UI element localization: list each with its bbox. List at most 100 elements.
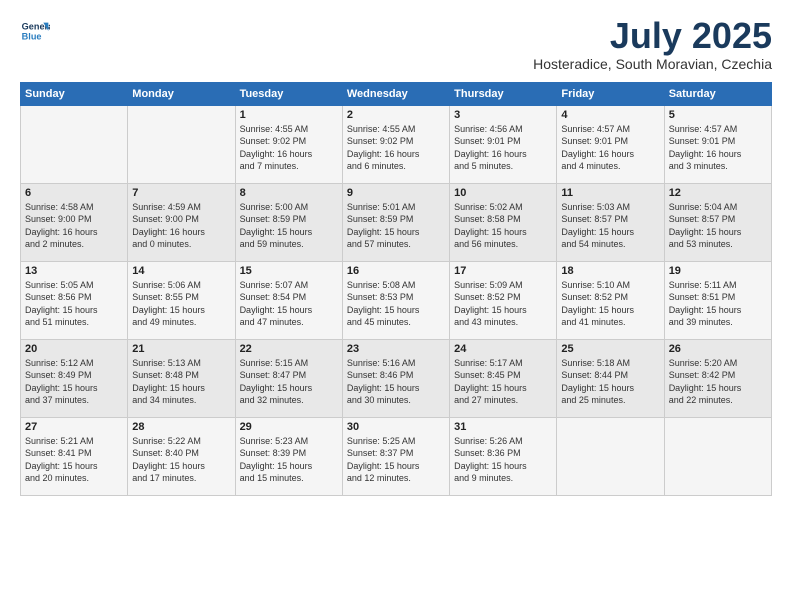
day-number: 24 bbox=[454, 343, 552, 355]
weekday-header-friday: Friday bbox=[557, 82, 664, 105]
calendar-cell: 26 Sunrise: 5:20 AM Sunset: 8:42 PM Dayli… bbox=[664, 339, 771, 417]
day-number: 30 bbox=[347, 421, 445, 433]
day-info: Sunrise: 5:04 AM Sunset: 8:57 PM Dayligh… bbox=[669, 201, 767, 251]
weekday-header-saturday: Saturday bbox=[664, 82, 771, 105]
header: General Blue July 2025 Hosteradice, Sout… bbox=[20, 16, 772, 72]
day-number: 19 bbox=[669, 265, 767, 277]
day-info: Sunrise: 4:57 AM Sunset: 9:01 PM Dayligh… bbox=[561, 123, 659, 173]
calendar-week-row: 1 Sunrise: 4:55 AM Sunset: 9:02 PM Daylig… bbox=[21, 105, 772, 183]
day-info: Sunrise: 5:11 AM Sunset: 8:51 PM Dayligh… bbox=[669, 279, 767, 329]
day-number: 31 bbox=[454, 421, 552, 433]
day-number: 26 bbox=[669, 343, 767, 355]
day-number: 16 bbox=[347, 265, 445, 277]
day-info: Sunrise: 5:21 AM Sunset: 8:41 PM Dayligh… bbox=[25, 435, 123, 485]
weekday-header-row: SundayMondayTuesdayWednesdayThursdayFrid… bbox=[21, 82, 772, 105]
calendar-cell: 19 Sunrise: 5:11 AM Sunset: 8:51 PM Dayli… bbox=[664, 261, 771, 339]
day-number: 18 bbox=[561, 265, 659, 277]
weekday-header-tuesday: Tuesday bbox=[235, 82, 342, 105]
calendar-cell: 5Sunrise: 4:57 AM Sunset: 9:01 PM Daylig… bbox=[664, 105, 771, 183]
day-info: Sunrise: 5:25 AM Sunset: 8:37 PM Dayligh… bbox=[347, 435, 445, 485]
day-info: Sunrise: 5:17 AM Sunset: 8:45 PM Dayligh… bbox=[454, 357, 552, 407]
calendar-cell bbox=[664, 417, 771, 495]
calendar-cell: 18 Sunrise: 5:10 AM Sunset: 8:52 PM Dayli… bbox=[557, 261, 664, 339]
weekday-header-thursday: Thursday bbox=[450, 82, 557, 105]
day-info: Sunrise: 4:57 AM Sunset: 9:01 PM Dayligh… bbox=[669, 123, 767, 173]
day-info: Sunrise: 4:55 AM Sunset: 9:02 PM Dayligh… bbox=[347, 123, 445, 173]
calendar-cell: 4 Sunrise: 4:57 AM Sunset: 9:01 PM Daylig… bbox=[557, 105, 664, 183]
calendar-cell: 28 Sunrise: 5:22 AM Sunset: 8:40 PM Dayli… bbox=[128, 417, 235, 495]
weekday-header-sunday: Sunday bbox=[21, 82, 128, 105]
calendar-cell: 11Sunrise: 5:03 AM Sunset: 8:57 PM Dayli… bbox=[557, 183, 664, 261]
day-number: 15 bbox=[240, 265, 338, 277]
day-number: 28 bbox=[132, 421, 230, 433]
day-info: Sunrise: 5:05 AM Sunset: 8:56 PM Dayligh… bbox=[25, 279, 123, 329]
day-info: Sunrise: 5:12 AM Sunset: 8:49 PM Dayligh… bbox=[25, 357, 123, 407]
calendar-cell: 25 Sunrise: 5:18 AM Sunset: 8:44 PM Dayli… bbox=[557, 339, 664, 417]
calendar-cell: 22 Sunrise: 5:15 AM Sunset: 8:47 PM Dayli… bbox=[235, 339, 342, 417]
day-info: Sunrise: 5:22 AM Sunset: 8:40 PM Dayligh… bbox=[132, 435, 230, 485]
day-number: 6 bbox=[25, 187, 123, 199]
calendar-week-row: 20 Sunrise: 5:12 AM Sunset: 8:49 PM Dayli… bbox=[21, 339, 772, 417]
day-number: 8 bbox=[240, 187, 338, 199]
svg-text:Blue: Blue bbox=[22, 31, 42, 41]
day-number: 20 bbox=[25, 343, 123, 355]
calendar-week-row: 6 Sunrise: 4:58 AM Sunset: 9:00 PM Daylig… bbox=[21, 183, 772, 261]
day-number: 23 bbox=[347, 343, 445, 355]
calendar-cell: 9 Sunrise: 5:01 AM Sunset: 8:59 PM Daylig… bbox=[342, 183, 449, 261]
day-info: Sunrise: 5:13 AM Sunset: 8:48 PM Dayligh… bbox=[132, 357, 230, 407]
day-number: 29 bbox=[240, 421, 338, 433]
calendar-table: SundayMondayTuesdayWednesdayThursdayFrid… bbox=[20, 82, 772, 496]
calendar-cell: 20 Sunrise: 5:12 AM Sunset: 8:49 PM Dayli… bbox=[21, 339, 128, 417]
calendar-cell: 29 Sunrise: 5:23 AM Sunset: 8:39 PM Dayli… bbox=[235, 417, 342, 495]
title-block: July 2025 Hosteradice, South Moravian, C… bbox=[533, 16, 772, 72]
day-info: Sunrise: 5:15 AM Sunset: 8:47 PM Dayligh… bbox=[240, 357, 338, 407]
day-number: 12 bbox=[669, 187, 767, 199]
day-number: 27 bbox=[25, 421, 123, 433]
calendar-cell: 7Sunrise: 4:59 AM Sunset: 9:00 PM Daylig… bbox=[128, 183, 235, 261]
day-number: 17 bbox=[454, 265, 552, 277]
calendar-cell: 13Sunrise: 5:05 AM Sunset: 8:56 PM Dayli… bbox=[21, 261, 128, 339]
day-info: Sunrise: 5:09 AM Sunset: 8:52 PM Dayligh… bbox=[454, 279, 552, 329]
calendar-cell: 14Sunrise: 5:06 AM Sunset: 8:55 PM Dayli… bbox=[128, 261, 235, 339]
calendar-cell: 24 Sunrise: 5:17 AM Sunset: 8:45 PM Dayli… bbox=[450, 339, 557, 417]
day-info: Sunrise: 5:26 AM Sunset: 8:36 PM Dayligh… bbox=[454, 435, 552, 485]
calendar-cell: 31 Sunrise: 5:26 AM Sunset: 8:36 PM Dayli… bbox=[450, 417, 557, 495]
calendar-cell bbox=[557, 417, 664, 495]
location: Hosteradice, South Moravian, Czechia bbox=[533, 56, 772, 72]
calendar-cell bbox=[21, 105, 128, 183]
day-info: Sunrise: 5:00 AM Sunset: 8:59 PM Dayligh… bbox=[240, 201, 338, 251]
day-info: Sunrise: 5:10 AM Sunset: 8:52 PM Dayligh… bbox=[561, 279, 659, 329]
day-info: Sunrise: 5:16 AM Sunset: 8:46 PM Dayligh… bbox=[347, 357, 445, 407]
calendar-week-row: 13Sunrise: 5:05 AM Sunset: 8:56 PM Dayli… bbox=[21, 261, 772, 339]
day-number: 22 bbox=[240, 343, 338, 355]
calendar-cell: 2Sunrise: 4:55 AM Sunset: 9:02 PM Daylig… bbox=[342, 105, 449, 183]
day-number: 25 bbox=[561, 343, 659, 355]
day-info: Sunrise: 5:18 AM Sunset: 8:44 PM Dayligh… bbox=[561, 357, 659, 407]
day-number: 14 bbox=[132, 265, 230, 277]
calendar-cell: 8 Sunrise: 5:00 AM Sunset: 8:59 PM Daylig… bbox=[235, 183, 342, 261]
calendar-cell: 10Sunrise: 5:02 AM Sunset: 8:58 PM Dayli… bbox=[450, 183, 557, 261]
day-info: Sunrise: 5:20 AM Sunset: 8:42 PM Dayligh… bbox=[669, 357, 767, 407]
day-info: Sunrise: 5:23 AM Sunset: 8:39 PM Dayligh… bbox=[240, 435, 338, 485]
calendar-cell: 30 Sunrise: 5:25 AM Sunset: 8:37 PM Dayli… bbox=[342, 417, 449, 495]
weekday-header-monday: Monday bbox=[128, 82, 235, 105]
calendar-cell: 23 Sunrise: 5:16 AM Sunset: 8:46 PM Dayli… bbox=[342, 339, 449, 417]
logo: General Blue bbox=[20, 16, 50, 46]
calendar-cell: 15 Sunrise: 5:07 AM Sunset: 8:54 PM Dayli… bbox=[235, 261, 342, 339]
day-number: 4 bbox=[561, 109, 659, 121]
calendar-cell: 16 Sunrise: 5:08 AM Sunset: 8:53 PM Dayli… bbox=[342, 261, 449, 339]
logo-icon: General Blue bbox=[20, 16, 50, 46]
day-info: Sunrise: 5:07 AM Sunset: 8:54 PM Dayligh… bbox=[240, 279, 338, 329]
day-number: 9 bbox=[347, 187, 445, 199]
day-info: Sunrise: 5:01 AM Sunset: 8:59 PM Dayligh… bbox=[347, 201, 445, 251]
day-info: Sunrise: 4:55 AM Sunset: 9:02 PM Dayligh… bbox=[240, 123, 338, 173]
day-info: Sunrise: 4:58 AM Sunset: 9:00 PM Dayligh… bbox=[25, 201, 123, 251]
calendar-cell: 27 Sunrise: 5:21 AM Sunset: 8:41 PM Dayli… bbox=[21, 417, 128, 495]
day-number: 21 bbox=[132, 343, 230, 355]
calendar-cell bbox=[128, 105, 235, 183]
calendar-cell: 6 Sunrise: 4:58 AM Sunset: 9:00 PM Daylig… bbox=[21, 183, 128, 261]
month-title: July 2025 bbox=[533, 16, 772, 56]
weekday-header-wednesday: Wednesday bbox=[342, 82, 449, 105]
day-info: Sunrise: 5:08 AM Sunset: 8:53 PM Dayligh… bbox=[347, 279, 445, 329]
day-number: 1 bbox=[240, 109, 338, 121]
